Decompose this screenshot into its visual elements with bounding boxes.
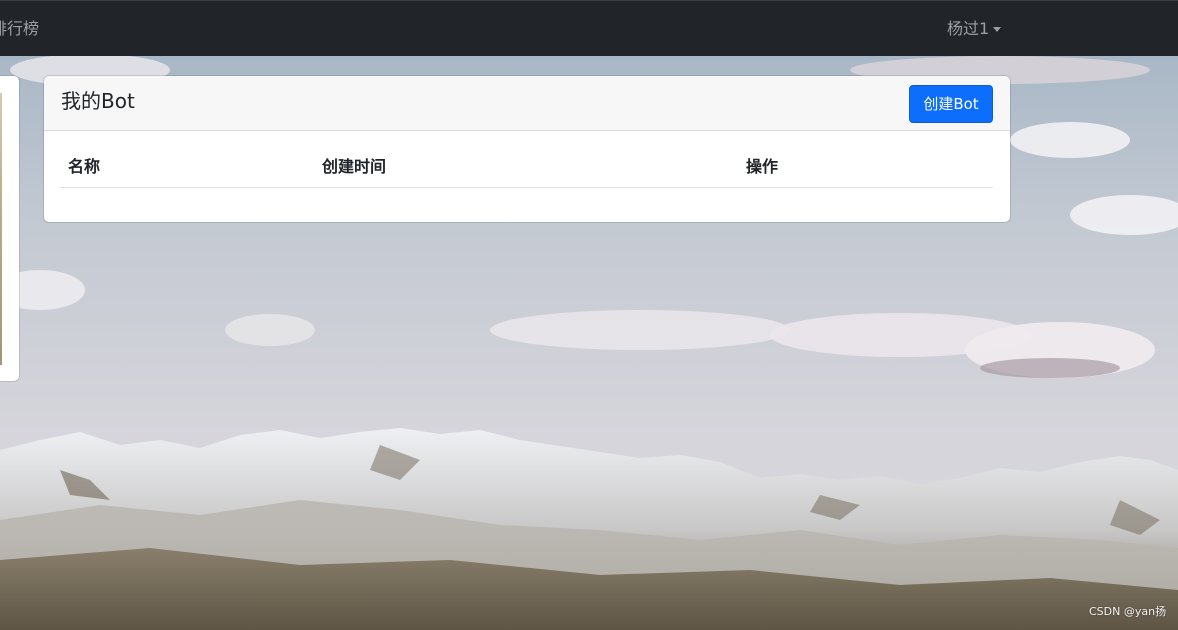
- username-label: 杨过1: [947, 19, 990, 38]
- watermark: CSDN @yan扬: [1089, 605, 1167, 618]
- table-header-actions: 操作: [746, 157, 779, 176]
- card-header: 我的Bot 创建Bot: [44, 76, 1010, 131]
- profile-card: [0, 76, 19, 381]
- table-header-created-time: 创建时间: [322, 157, 387, 176]
- card-title: 我的Bot: [61, 89, 135, 113]
- caret-down-icon: [993, 27, 1002, 32]
- avatar-image: [0, 93, 2, 365]
- create-bot-button[interactable]: 创建Bot: [909, 85, 993, 123]
- bot-table: 名称 创建时间 操作: [60, 149, 993, 188]
- table-header-name: 名称: [68, 157, 101, 176]
- my-bot-card: 我的Bot 创建Bot 名称 创建时间 操作: [44, 76, 1010, 222]
- nav-link-ranklist[interactable]: 排行榜: [0, 19, 39, 39]
- user-dropdown-toggle[interactable]: 杨过1: [947, 19, 1002, 39]
- card-body: 名称 创建时间 操作: [44, 131, 1010, 222]
- top-navbar: 排行榜 杨过1: [0, 0, 1178, 56]
